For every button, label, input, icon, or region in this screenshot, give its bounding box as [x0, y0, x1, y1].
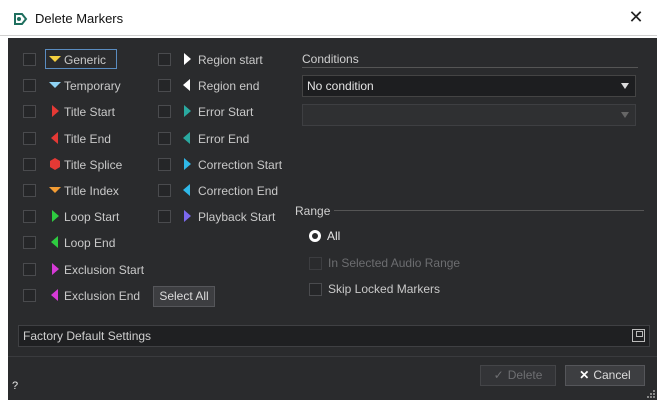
marker-label-title-start: Title Start	[64, 105, 115, 120]
chevron-down-icon	[621, 83, 629, 89]
condition-dropdown[interactable]: No condition	[302, 75, 636, 97]
checkbox-correction-end[interactable]	[158, 184, 171, 197]
app-logo-icon	[14, 13, 28, 25]
marker-label-loop-end: Loop End	[64, 236, 116, 251]
checkbox-title-index[interactable]	[23, 184, 36, 197]
presets-value: Factory Default Settings	[23, 329, 152, 343]
marker-label-correction-start: Correction Start	[198, 157, 283, 172]
conditions-title: Conditions	[302, 52, 359, 66]
delete-button-label: Delete	[507, 368, 543, 382]
conditions-divider	[302, 67, 638, 68]
title-bar: Delete Markers ✕	[0, 0, 657, 36]
marker-label-exclusion-end: Exclusion End	[64, 288, 141, 303]
marker-label-exclusion-start: Exclusion Start	[64, 262, 145, 277]
marker-label-playback-start: Playback Start	[198, 210, 276, 225]
range-divider	[334, 210, 644, 211]
checkbox-exclusion-start[interactable]	[23, 262, 36, 276]
marker-region-end-icon	[180, 78, 194, 92]
focus-outline	[45, 49, 117, 69]
checkbox-loop-start[interactable]	[23, 210, 36, 224]
marker-loop-start-icon	[48, 209, 62, 223]
marker-playback-start-icon	[180, 209, 194, 223]
chevron-down-icon	[621, 112, 629, 118]
marker-label-title-splice: Title Splice	[64, 157, 123, 172]
checkbox-region-end[interactable]	[158, 79, 171, 93]
marker-temporary-icon	[48, 78, 62, 92]
checkbox-loop-end[interactable]	[23, 236, 36, 250]
marker-label-correction-end: Correction End	[198, 184, 279, 198]
marker-title-start-icon	[48, 104, 62, 118]
range-all-label: All	[327, 229, 341, 243]
delete-button[interactable]: ✓ Delete	[480, 365, 556, 386]
checkbox-region-start[interactable]	[158, 53, 171, 66]
range-title: Range	[295, 204, 331, 218]
checkbox-correction-start[interactable]	[158, 157, 171, 171]
condition-secondary-dropdown[interactable]	[302, 104, 636, 126]
close-icon[interactable]: ✕	[625, 6, 647, 28]
checkbox-exclusion-end[interactable]	[23, 288, 36, 302]
dialog-body: Select All Conditions No condition Range…	[8, 38, 657, 400]
checkbox-error-start[interactable]	[158, 105, 171, 119]
marker-correction-start-icon	[180, 157, 194, 171]
checkbox-title-splice[interactable]	[23, 157, 36, 171]
condition-dropdown-value: No condition	[307, 79, 374, 93]
select-all-button[interactable]: Select All	[153, 286, 215, 307]
marker-region-start-icon	[180, 52, 194, 66]
skip-locked-label: Skip Locked Markers	[328, 282, 441, 296]
cancel-button-label: Cancel	[593, 368, 631, 382]
marker-error-end-icon	[180, 131, 194, 145]
range-selected-audio-label: In Selected Audio Range	[328, 256, 461, 270]
skip-locked-checkbox[interactable]	[309, 283, 322, 296]
footer-divider	[8, 356, 657, 357]
marker-correction-end-icon	[180, 183, 194, 197]
window-title: Delete Markers	[35, 11, 124, 26]
cancel-button[interactable]: ✕ Cancel	[565, 365, 645, 386]
marker-title-end-icon	[48, 131, 62, 145]
marker-label-error-end: Error End	[198, 131, 250, 146]
checkbox-title-start[interactable]	[23, 105, 36, 119]
marker-label-region-start: Region start	[198, 53, 263, 67]
checkbox-title-end[interactable]	[23, 131, 36, 145]
marker-label-title-end: Title End	[64, 131, 111, 146]
checkbox-error-end[interactable]	[158, 131, 171, 145]
marker-label-region-end: Region end	[198, 79, 260, 94]
marker-error-start-icon	[180, 104, 194, 118]
marker-label-title-index: Title Index	[64, 184, 119, 198]
range-selected-audio-checkbox[interactable]	[309, 257, 322, 270]
marker-label-loop-start: Loop Start	[64, 210, 120, 225]
marker-title-index-icon	[48, 183, 62, 197]
marker-exclusion-start-icon	[48, 262, 62, 276]
help-icon[interactable]: ?	[12, 380, 32, 394]
presets-bar[interactable]: Factory Default Settings	[18, 325, 650, 347]
marker-label-temporary: Temporary	[64, 79, 121, 94]
marker-label-error-start: Error Start	[198, 105, 254, 120]
save-preset-icon[interactable]	[632, 329, 645, 342]
cancel-x-icon: ✕	[579, 368, 590, 382]
marker-exclusion-end-icon	[48, 288, 62, 302]
resize-grip-icon[interactable]	[647, 390, 655, 398]
checkbox-generic[interactable]	[23, 53, 36, 66]
range-all-radio[interactable]	[309, 230, 321, 242]
checkbox-temporary[interactable]	[23, 79, 36, 93]
checkbox-playback-start[interactable]	[158, 210, 171, 224]
checkmark-icon: ✓	[493, 368, 504, 382]
marker-loop-end-icon	[48, 235, 62, 249]
marker-title-splice-icon	[48, 157, 62, 171]
help-label: ?	[12, 380, 19, 392]
